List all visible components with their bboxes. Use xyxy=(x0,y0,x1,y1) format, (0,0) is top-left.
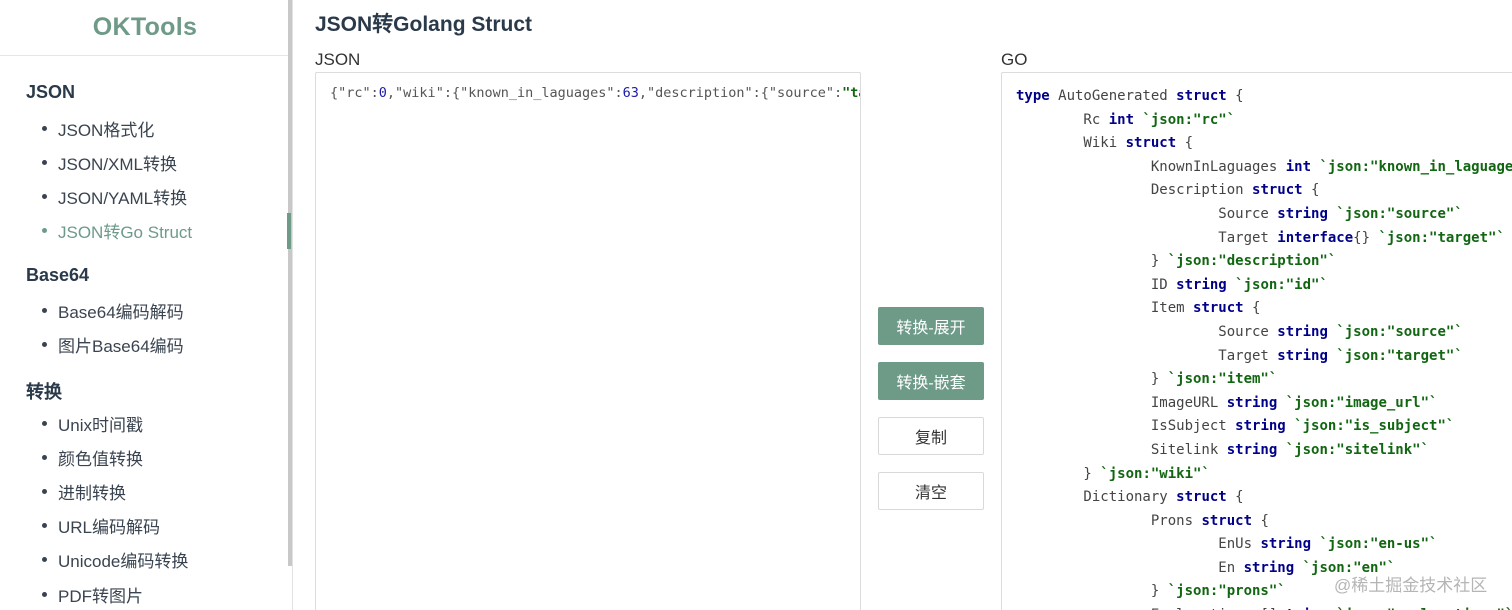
json-label: JSON xyxy=(315,50,361,69)
sidebar-item-image-base64[interactable]: 图片Base64编码 xyxy=(42,332,184,357)
sidebar-item-label: JSON转Go Struct xyxy=(58,223,193,242)
bullet-icon xyxy=(42,126,47,131)
sidebar-item-json-yaml[interactable]: JSON/YAML转换 xyxy=(42,184,187,209)
sidebar-item-label: Unix时间戳 xyxy=(58,416,144,435)
sidebar-item-base64-codec[interactable]: Base64编码解码 xyxy=(42,298,184,323)
bullet-icon xyxy=(42,557,47,562)
page-title: JSON转Golang Struct xyxy=(315,13,533,36)
clear-button[interactable]: 清空 xyxy=(878,472,984,510)
sidebar-item-label: Unicode编码转换 xyxy=(58,552,189,571)
sidebar-item-unicode[interactable]: Unicode编码转换 xyxy=(42,547,188,572)
sidebar-item-json-go-struct[interactable]: JSON转Go Struct xyxy=(42,218,192,243)
bullet-icon xyxy=(42,523,47,528)
sidebar-item-label: JSON/XML转换 xyxy=(58,155,178,174)
bullet-icon xyxy=(42,455,47,460)
bullet-icon xyxy=(42,342,47,347)
sidebar-item-label: 进制转换 xyxy=(58,484,126,503)
sidebar-item-color[interactable]: 颜色值转换 xyxy=(42,445,143,470)
brand-logo[interactable]: OKTools xyxy=(0,0,290,56)
go-output[interactable]: type AutoGenerated struct { Rc int `json… xyxy=(1001,72,1512,610)
nav-group-convert: 转换 xyxy=(26,382,62,402)
sidebar-item-json-xml[interactable]: JSON/XML转换 xyxy=(42,150,177,175)
bullet-icon xyxy=(42,194,47,199)
sidebar-item-label: 颜色值转换 xyxy=(58,450,143,469)
sidebar-divider xyxy=(292,0,293,610)
json-input[interactable]: {"rc":0,"wiki":{"known_in_laguages":63,"… xyxy=(315,72,861,610)
go-output-code: type AutoGenerated struct { Rc int `json… xyxy=(1016,88,1512,610)
copy-button[interactable]: 复制 xyxy=(878,417,984,455)
sidebar-item-json-format[interactable]: JSON格式化 xyxy=(42,116,154,141)
convert-expand-button[interactable]: 转换-展开 xyxy=(878,307,984,345)
bullet-icon xyxy=(42,160,47,165)
sidebar-item-label: PDF转图片 xyxy=(58,587,143,606)
sidebar-item-pdf-image[interactable]: PDF转图片 xyxy=(42,582,143,607)
sidebar-item-label: 图片Base64编码 xyxy=(58,337,184,356)
bullet-icon xyxy=(42,489,47,494)
brand-name: OKTools xyxy=(92,13,198,41)
sidebar-item-unix-time[interactable]: Unix时间戳 xyxy=(42,411,143,436)
watermark: @稀土掘金技术社区 xyxy=(1334,576,1488,595)
sidebar-item-label: Base64编码解码 xyxy=(58,303,184,322)
nav-group-json: JSON xyxy=(26,82,76,102)
json-input-text: {"rc":0,"wiki":{"known_in_laguages":63,"… xyxy=(330,85,860,101)
sidebar-item-radix[interactable]: 进制转换 xyxy=(42,479,126,504)
sidebar-item-label: JSON格式化 xyxy=(58,121,155,140)
sidebar-item-label: URL编码解码 xyxy=(58,518,161,537)
sidebar: OKTools JSON JSON格式化 JSON/XML转换 JSON/YAM… xyxy=(0,0,292,610)
sidebar-item-url-codec[interactable]: URL编码解码 xyxy=(42,513,160,538)
nav-group-base64: Base64 xyxy=(26,265,90,285)
sidebar-active-indicator xyxy=(287,213,291,249)
bullet-icon xyxy=(42,592,47,597)
convert-nested-button[interactable]: 转换-嵌套 xyxy=(878,362,984,400)
bullet-icon xyxy=(42,228,47,233)
bullet-icon xyxy=(42,308,47,313)
sidebar-item-label: JSON/YAML转换 xyxy=(58,189,188,208)
go-label: GO xyxy=(1001,50,1028,69)
bullet-icon xyxy=(42,421,47,426)
